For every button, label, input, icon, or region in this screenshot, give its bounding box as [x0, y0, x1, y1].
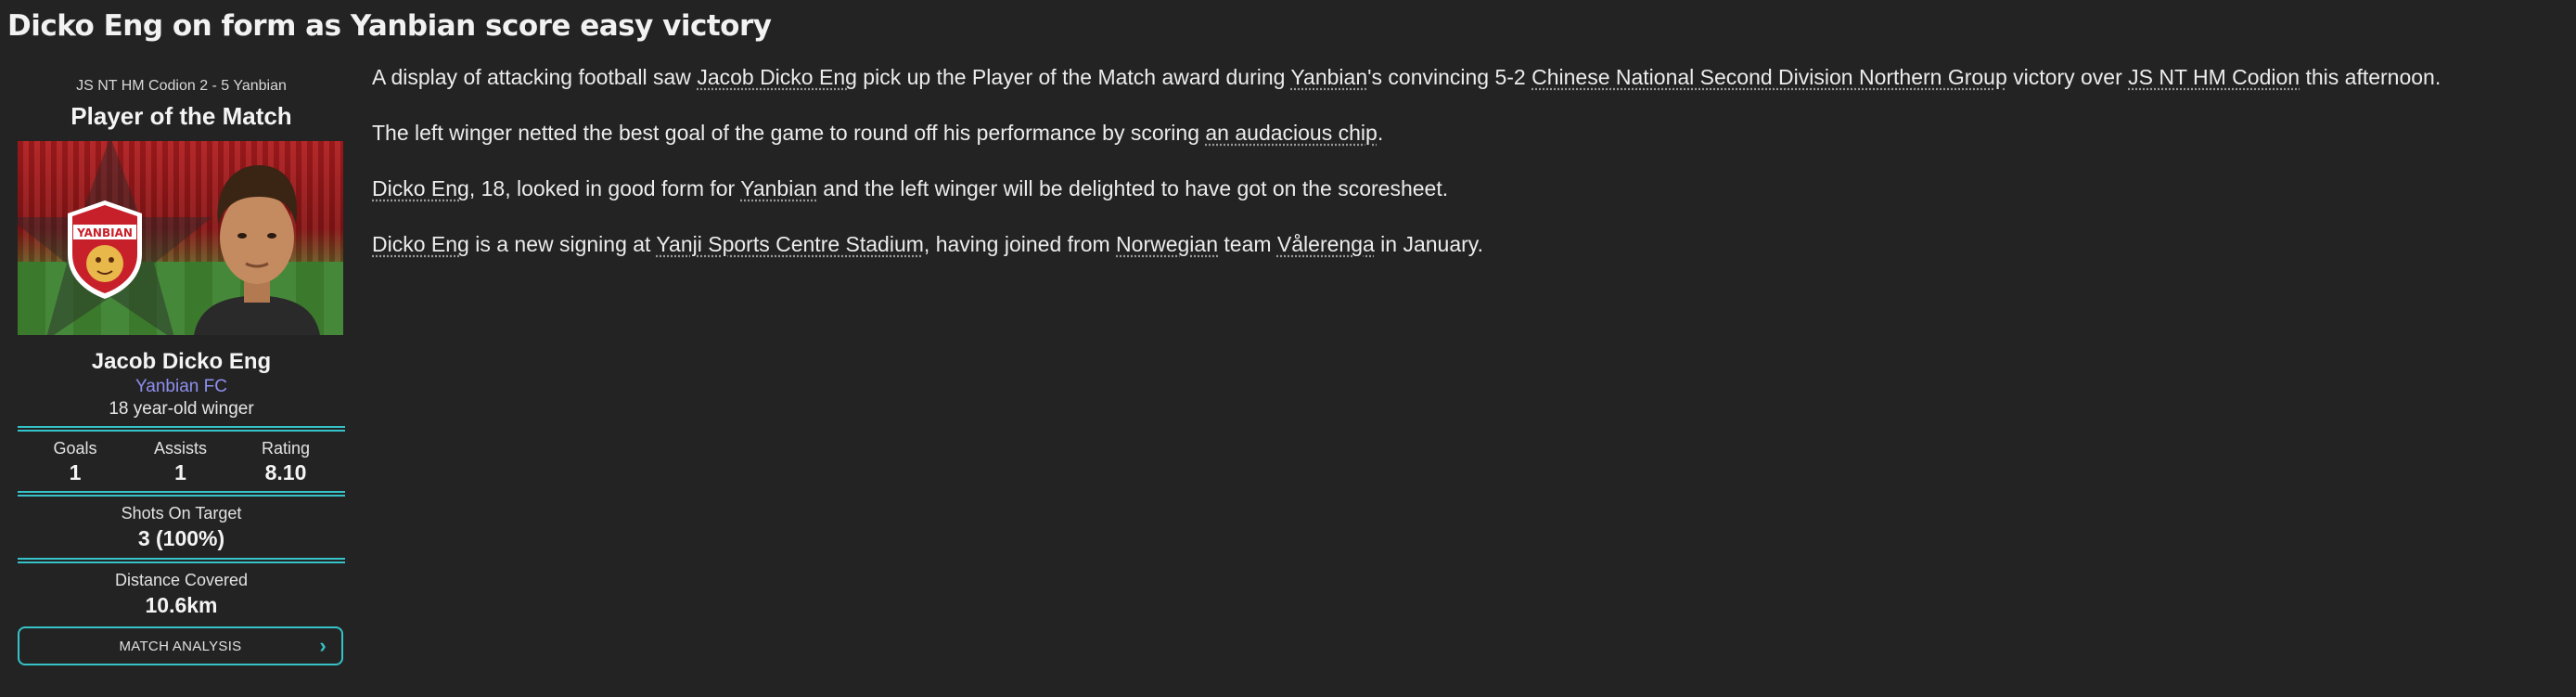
stadium-link[interactable]: Yanji Sports Centre Stadium: [656, 232, 924, 256]
article-paragraph: The left winger netted the best goal of …: [372, 121, 2570, 146]
stat-label: Goals: [53, 439, 97, 458]
club-badge-text: YANBIAN: [76, 226, 133, 239]
stat-value: 3 (100%): [137, 526, 225, 550]
text: pick up the Player of the Match award du…: [856, 65, 1291, 89]
text: , having joined from: [923, 232, 1117, 256]
stat-value: 1: [174, 460, 186, 484]
player-link[interactable]: Jacob Dicko Eng: [697, 65, 857, 89]
article-paragraph: Dicko Eng, 18, looked in good form for Y…: [372, 176, 2570, 201]
stat-label: Shots On Target: [121, 504, 242, 523]
article-paragraph: Dicko Eng is a new signing at Yanji Spor…: [372, 232, 2570, 257]
match-analysis-button[interactable]: MATCH ANALYSIS ›: [18, 626, 343, 665]
chevron-right-icon: ›: [319, 634, 327, 657]
stat-value: 1: [69, 460, 82, 484]
stat-label: Rating: [261, 439, 311, 458]
player-link[interactable]: Dicko Eng: [372, 232, 469, 256]
article-body: A display of attacking football saw Jaco…: [372, 65, 2570, 288]
text: and the left winger will be delighted to…: [816, 176, 1449, 200]
article-paragraph: A display of attacking football saw Jaco…: [372, 65, 2570, 90]
fixture-result: JS NT HM Codion 2 - 5 Yanbian: [76, 78, 287, 94]
player-photo: YANBIAN: [18, 141, 343, 335]
club-badge-icon: YANBIAN: [60, 197, 149, 305]
stat-goals: Goals 1: [38, 437, 112, 485]
player-link[interactable]: Dicko Eng: [372, 176, 469, 200]
club-link[interactable]: Yanbian: [1290, 65, 1367, 89]
stat-value: 8.10: [264, 460, 307, 484]
text: team: [1218, 232, 1277, 256]
divider: [18, 558, 345, 563]
match-analysis-label: MATCH ANALYSIS: [119, 638, 242, 654]
stat-label: Assists: [153, 439, 207, 458]
club-link[interactable]: Yanbian FC: [18, 376, 345, 398]
shots-on-target: Shots On Target 3 (100%): [18, 502, 345, 552]
goal-link[interactable]: an audacious chip: [1205, 121, 1377, 145]
competition-link[interactable]: Chinese National Second Division Norther…: [1532, 65, 2007, 89]
player-portrait-icon: [194, 165, 320, 335]
stat-value: 10.6km: [145, 593, 218, 617]
player-name[interactable]: Jacob Dicko Eng: [18, 348, 345, 376]
article-headline: Dicko Eng on form as Yanbian score easy …: [7, 9, 772, 43]
divider: [18, 426, 345, 432]
text: victory over: [2006, 65, 2129, 89]
panel-title: Player of the Match: [70, 102, 292, 130]
text: .: [1377, 121, 1384, 145]
text: in January.: [1374, 232, 1483, 256]
divider: [18, 491, 345, 497]
text: 's convincing 5-2: [1367, 65, 1532, 89]
text: this afternoon.: [2300, 65, 2441, 89]
distance-covered: Distance Covered 10.6km: [18, 569, 345, 619]
former-club-link[interactable]: Vålerenga: [1277, 232, 1375, 256]
text: The left winger netted the best goal of …: [372, 121, 1206, 145]
club-link[interactable]: Yanbian: [740, 176, 817, 200]
player-of-the-match-panel: JS NT HM Codion 2 - 5 Yanbian Player of …: [18, 76, 345, 665]
text: , 18, looked in good form for: [468, 176, 741, 200]
text: A display of attacking football saw: [372, 65, 698, 89]
text: is a new signing at: [468, 232, 657, 256]
opponent-link[interactable]: JS NT HM Codion: [2128, 65, 2300, 89]
stats-row: Goals 1 Assists 1 Rating 8.10: [18, 437, 345, 485]
player-age-position: 18 year-old winger: [109, 399, 254, 419]
stat-label: Distance Covered: [114, 571, 249, 589]
nation-link[interactable]: Norwegian: [1116, 232, 1218, 256]
stat-rating: Rating 8.10: [249, 437, 323, 485]
stat-assists: Assists 1: [144, 437, 218, 485]
